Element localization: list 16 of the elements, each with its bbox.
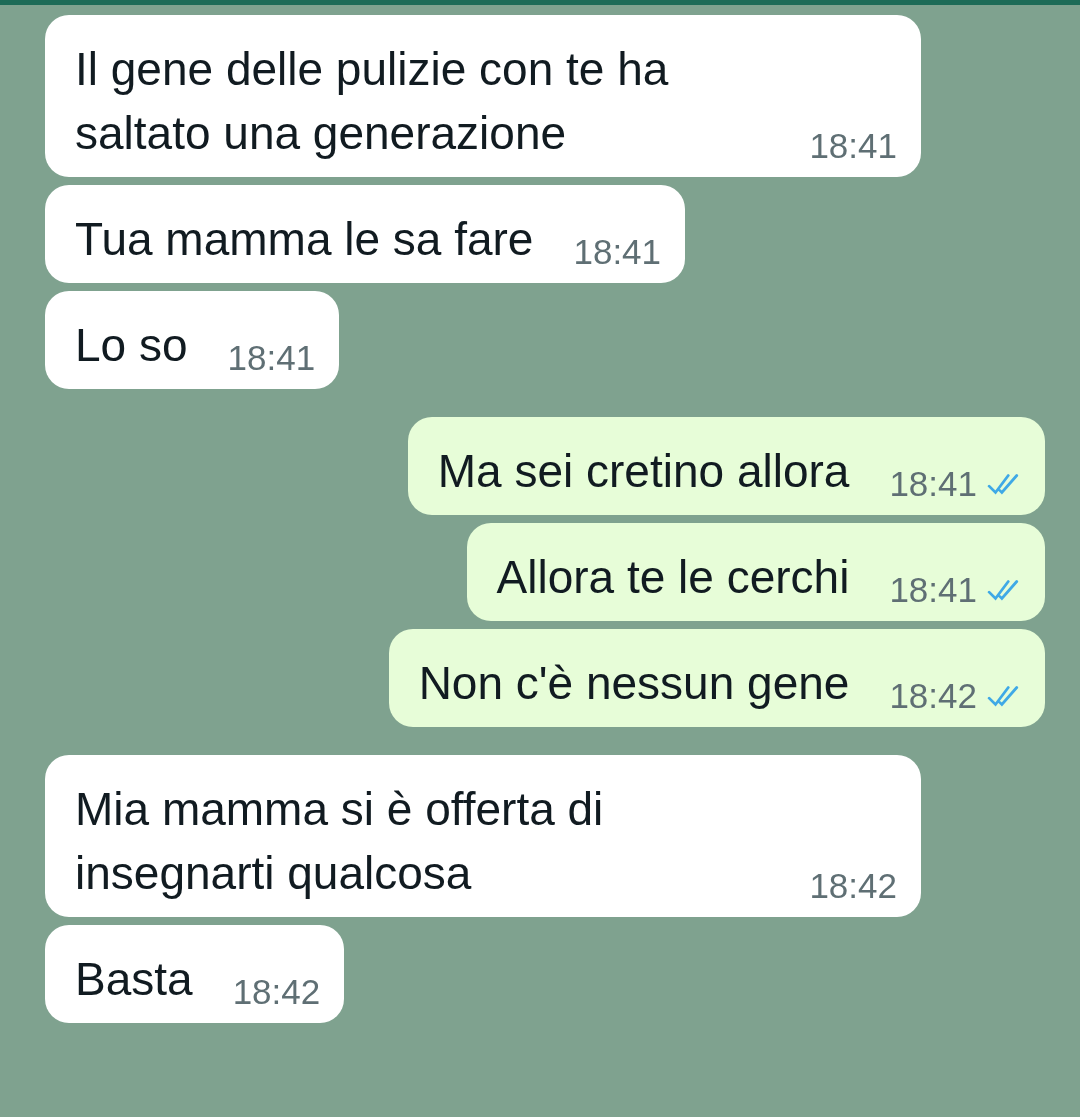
message-text: Basta: [75, 952, 193, 1007]
message-text: Lo so: [75, 318, 188, 373]
message-time: 18:42: [232, 971, 321, 1013]
message-time: 18:41: [889, 463, 977, 505]
message-text: Il gene delle pulizie con te ha saltato una generazione: [75, 42, 670, 161]
message-time: 18:41: [809, 125, 897, 167]
message-text: Ma sei cretino allora: [437, 444, 850, 499]
message-time: 18:42: [889, 675, 977, 717]
message-text: Tua mamma le sa fare: [75, 212, 534, 267]
message-time: 18:42: [809, 865, 897, 907]
message-time: 18:41: [227, 337, 316, 379]
message-time: 18:41: [889, 569, 977, 611]
message-text: Non c'è nessun gene: [418, 656, 850, 711]
message-time: 18:41: [573, 231, 662, 273]
message-text: Mia mamma si è offerta di insegnarti qualcosa: [75, 782, 605, 901]
message-text: Allora te le cerchi: [496, 550, 850, 605]
